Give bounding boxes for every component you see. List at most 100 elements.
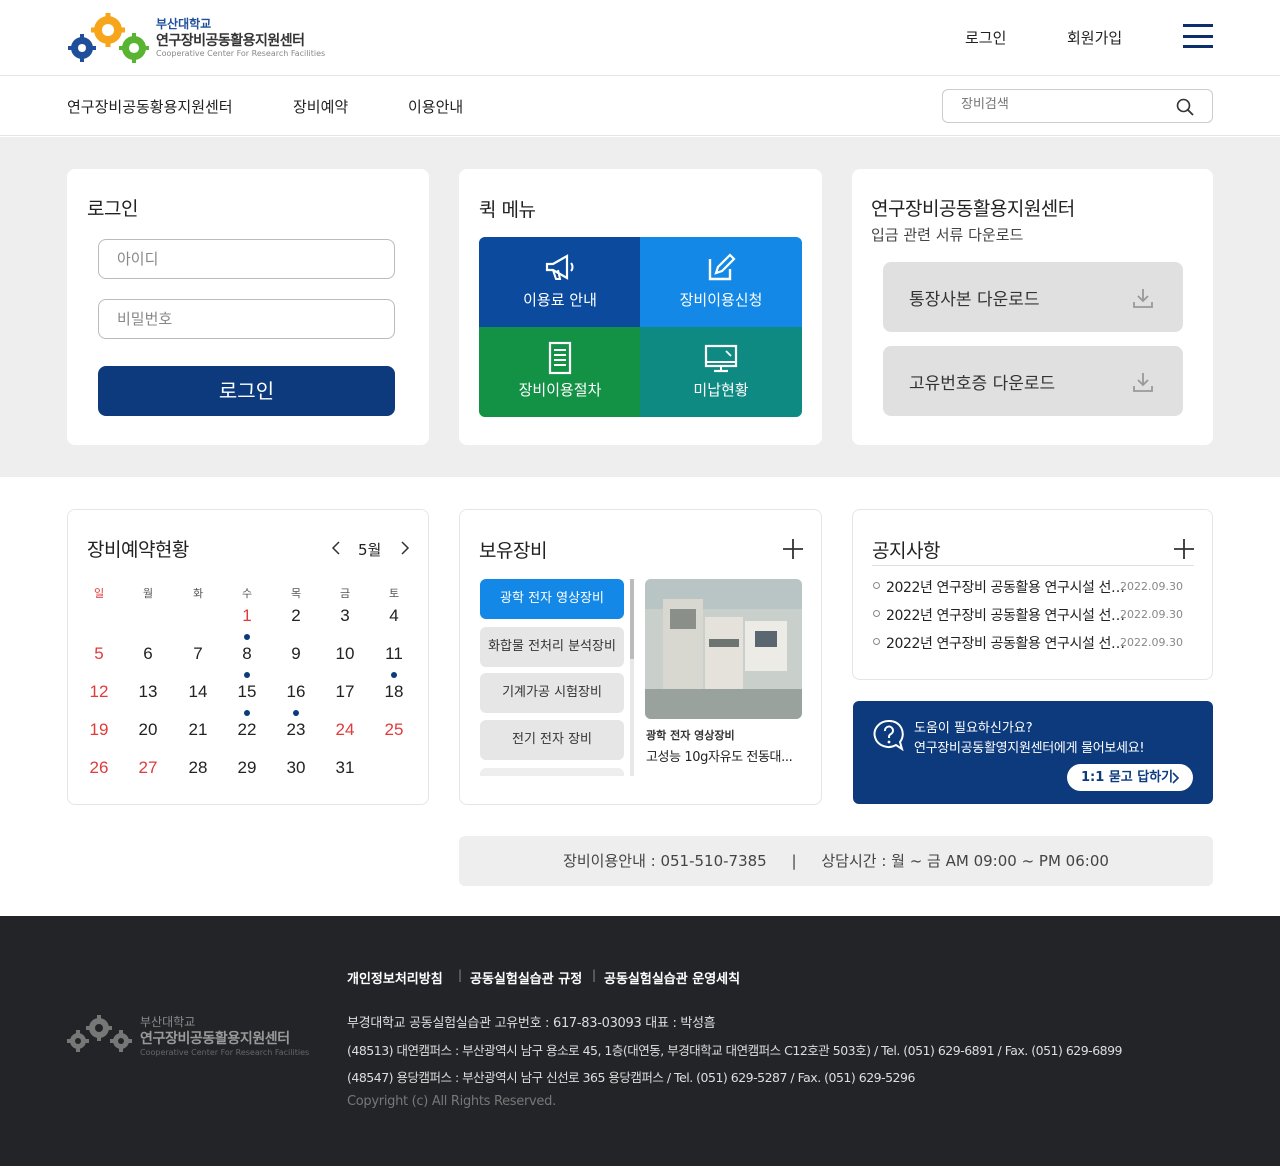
document-icon [548, 341, 572, 375]
notice-item[interactable]: 2022년 연구장비 공동활용 연구시설 선정 안내 2022.09.30 [873, 577, 1183, 597]
calendar-day[interactable]: 2 [281, 606, 311, 626]
calendar-day[interactable]: 20 [133, 720, 163, 740]
search-input[interactable] [961, 97, 1161, 112]
equipment-category-electric[interactable]: 전기 전자 장비 [480, 720, 624, 760]
quick-apply-button[interactable]: 장비이용신청 [640, 237, 802, 327]
next-month-icon[interactable] [399, 541, 411, 555]
quick-fee-button[interactable]: 이용료 안내 [479, 237, 641, 327]
calendar-day[interactable]: 30 [281, 758, 311, 778]
equipment-category-chemical[interactable]: 화합물 전처리 분석장비 [480, 627, 624, 667]
weekday-header: 목 [290, 587, 302, 600]
question-bubble-icon [873, 719, 904, 751]
calendar-day[interactable]: 25 [379, 720, 409, 740]
chevron-right-icon [1172, 772, 1180, 784]
login-card: 로그인 아이디 비밀번호 로그인 [67, 169, 429, 445]
footer-yongdang-address: (48547) 용당캠퍼스 : 부산광역시 남구 신선로 365 용당캠퍼스 /… [347, 1070, 915, 1085]
site-header: 부산대학교 연구장비공동활용지원센터 Cooperative Center Fo… [0, 0, 1280, 76]
footer-link-rules[interactable]: 공동실험실습관 규정 [470, 968, 582, 987]
prev-month-icon[interactable] [330, 541, 342, 555]
calendar-day[interactable]: 28 [183, 758, 213, 778]
weekday-header: 화 [192, 587, 204, 600]
calendar-month: 5월 [358, 541, 382, 559]
reservation-dot [391, 672, 397, 678]
megaphone-icon [545, 254, 574, 280]
calendar-day[interactable]: 9 [281, 644, 311, 664]
nav-item-center[interactable]: 연구장비공동황용지원센터 [67, 96, 233, 117]
equipment-photo[interactable] [645, 579, 802, 719]
calendar-day[interactable]: 14 [183, 682, 213, 702]
login-link[interactable]: 로그인 [965, 27, 1006, 48]
equipment-category-machining[interactable]: 기계가공 시험장비 [480, 673, 624, 713]
notice-item[interactable]: 2022년 연구장비 공동활용 연구시설 선정 안내 2022.09.30 [873, 633, 1183, 653]
bullet-icon [873, 638, 880, 645]
quick-apply-label: 장비이용신청 [679, 291, 763, 309]
bankbook-download-button[interactable]: 통장사본 다운로드 [883, 262, 1183, 332]
calendar-day[interactable]: 11 [379, 644, 409, 664]
calendar-day[interactable]: 6 [133, 644, 163, 664]
login-button[interactable]: 로그인 [98, 366, 395, 416]
info-separator: | [791, 852, 797, 870]
footer-link-operations[interactable]: 공동실험실습관 운영세칙 [604, 968, 740, 987]
calendar-title: 장비예약현황 [87, 539, 189, 561]
calendar-day[interactable]: 13 [133, 682, 163, 702]
calendar-day[interactable]: 22 [232, 720, 262, 740]
nav-item-guide[interactable]: 이용안내 [408, 96, 463, 117]
weekday-header: 토 [388, 587, 400, 600]
signup-link[interactable]: 회원가입 [1067, 27, 1122, 48]
notice-item-title: 2022년 연구장비 공동활용 연구시설 선정 안내 [886, 636, 1132, 652]
calendar-day[interactable]: 19 [84, 720, 114, 740]
weekday-header: 금 [339, 587, 351, 600]
calendar-day[interactable]: 8 [232, 644, 262, 664]
footer-daeyeon-address: (48513) 대연캠퍼스 : 부산광역시 남구 용소로 45, 1층(대연동,… [347, 1043, 1123, 1058]
calendar-day[interactable]: 3 [330, 606, 360, 626]
calendar-day[interactable]: 4 [379, 606, 409, 626]
search-icon[interactable] [1176, 98, 1194, 116]
menu-hamburger-icon[interactable] [1183, 24, 1213, 48]
bullet-icon [873, 610, 880, 617]
calendar-day[interactable]: 27 [133, 758, 163, 778]
logo-subtitle: Cooperative Center For Research Faciliti… [156, 49, 326, 58]
calendar-day[interactable]: 29 [232, 758, 262, 778]
id-certificate-download-button[interactable]: 고유번호증 다운로드 [883, 346, 1183, 416]
more-plus-icon[interactable] [782, 538, 804, 560]
footer-link-privacy[interactable]: 개인정보처리방침 [347, 968, 443, 987]
calendar-card: 장비예약현황 5월 일 월 화 수 목 금 토 1 2 3 4 5 6 7 8 9 10 11 12 13 14 15 16… [67, 509, 429, 805]
nav-item-reservation[interactable]: 장비예약 [293, 96, 348, 117]
calendar-day[interactable]: 26 [84, 758, 114, 778]
monitor-icon [704, 344, 738, 373]
site-logo[interactable]: 부산대학교 연구장비공동활용지원센터 Cooperative Center Fo… [66, 12, 326, 66]
calendar-day[interactable]: 21 [183, 720, 213, 740]
calendar-day[interactable]: 10 [330, 644, 360, 664]
category-scrollbar[interactable] [630, 579, 634, 776]
documents-title: 연구장비공동활용지원센터 [871, 198, 1075, 220]
calendar-day[interactable]: 5 [84, 644, 114, 664]
more-plus-icon[interactable] [1173, 538, 1195, 560]
notice-item[interactable]: 2022년 연구장비 공동활용 연구시설 선정 안내 2022.09.30 [873, 605, 1183, 625]
calendar-day[interactable]: 15 [232, 682, 262, 702]
password-field[interactable]: 비밀번호 [98, 299, 395, 339]
equipment-title: 보유장비 [479, 540, 547, 562]
logo-title: 연구장비공동활용지원센터 [156, 33, 305, 49]
contact-info-bar: 장비이용안내 : 051-510-7385 | 상담시간 : 월 ~ 금 AM … [459, 836, 1213, 886]
calendar-day[interactable]: 17 [330, 682, 360, 702]
calendar-day[interactable]: 24 [330, 720, 360, 740]
featured-equipment-name[interactable]: 고성능 10g자유도 전동대... [646, 746, 793, 765]
id-field[interactable]: 아이디 [98, 239, 395, 279]
calendar-day[interactable]: 16 [281, 682, 311, 702]
qna-button[interactable]: 1:1 묻고 답하기 [1067, 764, 1193, 791]
reservation-dot [293, 710, 299, 716]
calendar-day[interactable]: 31 [330, 758, 360, 778]
calendar-day[interactable]: 18 [379, 682, 409, 702]
quick-fee-label: 이용료 안내 [523, 291, 597, 309]
calendar-day[interactable]: 1 [232, 606, 262, 626]
quick-procedure-button[interactable]: 장비이용절차 [479, 327, 641, 417]
id-certificate-download-label: 고유번호증 다운로드 [909, 374, 1056, 394]
calendar-day[interactable]: 12 [84, 682, 114, 702]
equipment-category-optical[interactable]: 광학 전자 영상장비 [480, 579, 624, 619]
calendar-day[interactable]: 7 [183, 644, 213, 664]
calendar-day[interactable]: 23 [281, 720, 311, 740]
notice-item-date: 2022.09.30 [1120, 580, 1183, 593]
quick-unpaid-button[interactable]: 미납현황 [640, 327, 802, 417]
weekday-header: 월 [142, 587, 154, 600]
documents-card: 연구장비공동활용지원센터 입금 관련 서류 다운로드 통장사본 다운로드 고유번… [852, 169, 1213, 445]
